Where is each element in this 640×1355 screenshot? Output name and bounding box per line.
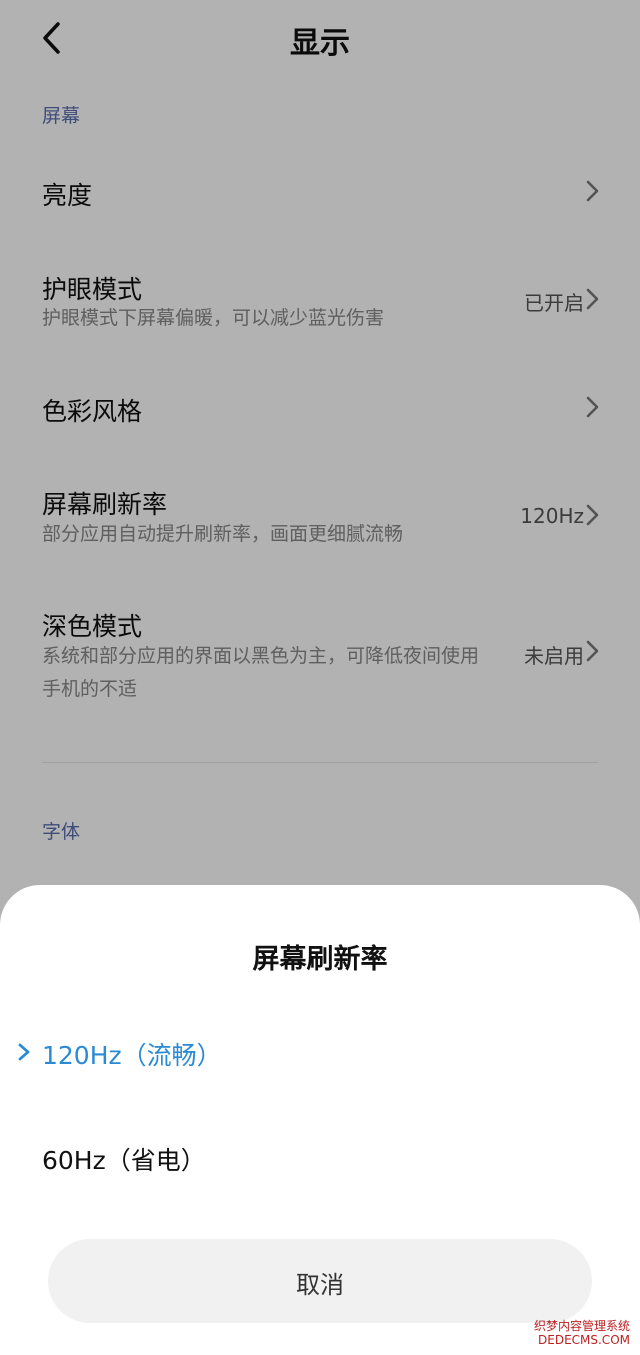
selected-chevron-icon xyxy=(18,1043,30,1061)
option-60hz[interactable]: 60Hz（省电） xyxy=(0,1123,640,1193)
cancel-label: 取消 xyxy=(296,1271,344,1299)
option-60hz-label: 60Hz（省电） xyxy=(42,1146,206,1175)
watermark-line1: 织梦内容管理系统 xyxy=(533,1319,630,1333)
watermark-line2: DEDECMS.COM xyxy=(538,1333,630,1347)
watermark-logo: 织梦内容管理系统 DEDECMS.COM xyxy=(534,1319,630,1347)
option-120hz[interactable]: 120Hz（流畅） xyxy=(0,1018,640,1088)
cancel-button[interactable]: 取消 xyxy=(48,1239,592,1323)
sheet-title: 屏幕刷新率 xyxy=(252,944,388,975)
option-120hz-label: 120Hz（流畅） xyxy=(42,1041,222,1070)
refresh-rate-sheet: 屏幕刷新率 120Hz（流畅） 60Hz（省电） 取消 xyxy=(0,885,640,1355)
